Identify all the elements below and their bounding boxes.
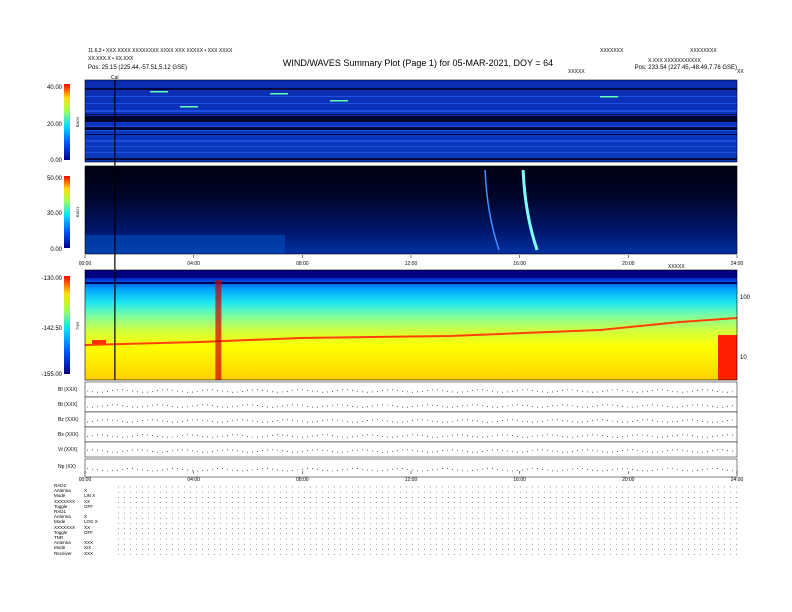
rad1-tick-bottom: 0.00 [50,247,62,253]
hk-strip [84,411,738,428]
top-right-line-1: XXXXXXX [600,48,624,54]
tnr-right-tick-10: 10 [740,355,747,361]
hk-strip [84,458,738,478]
rad2-panel: 40.00 20.00 0.00 RAD2 [47,79,738,164]
rad2-stripe [85,152,737,153]
rad2-emission [270,93,288,95]
x-tick-label: 12:00 [405,477,418,483]
tnr-spike [92,340,106,344]
rad2-tick-bottom: 0.00 [50,158,62,164]
housekeeping-panels: BI (XXX) Bt (XXX) Bz (XXX) Bx (XXX) Vt (XXX)… [58,381,738,478]
footer-dot-rows [118,486,737,555]
rad2-stripe [85,96,737,97]
rad1-panel: 50.00 30.00 0.00 RAD1 [47,165,738,255]
rad2-axis-label: RAD2 [75,116,80,127]
hk-label: Np (XX) [58,464,76,470]
rad2-stripe [85,114,737,115]
hk-label: Vt (XXX) [58,447,78,453]
x-tick-label: 04:00 [187,261,200,267]
rad1-tick-top: 50.00 [47,176,63,182]
top-right-line-3: X.XXX XXXXXXXXXXX [648,58,701,64]
footer-parameter-table: RAD2 Antenna X Mode LIN X XXXXXXX XX Toggle OFF R… [54,483,114,556]
rad2-emission [330,100,348,102]
rad2-stripe [85,103,737,104]
footer-key: Receiver [54,550,72,556]
rad2-stripe [85,158,737,160]
x-tick-label: 16:00 [513,261,526,267]
end-label: XX [737,69,744,75]
rad2-dark-band [85,127,737,130]
tnr-tick-bottom: -155.00 [42,372,63,378]
x-tick-label: 16:00 [513,477,526,483]
rad2-emission [180,106,198,108]
x-tick-label: 24:00 [731,261,744,267]
tnr-right-unit: XXXXX [668,264,685,270]
hk-label: Bz (XXX) [58,417,79,423]
rad2-emission [600,96,618,98]
rad2-stripe [85,146,737,147]
hk-strip [84,381,738,398]
footer-value: XXX [84,550,94,556]
x-tick-label: 20:00 [622,477,635,483]
rad1-colorbar [64,176,70,248]
x-tick-label: 20:00 [622,261,635,267]
tnr-panel: -130.00 -142.50 -155.00 TNR 100 10 XXXXX [42,264,751,381]
hk-label: Bt (XXX) [58,402,78,408]
hk-strip [84,441,738,458]
x-tick-label: 08:00 [296,477,309,483]
top-left-line-2: XX.XXX.X • XX.XXX [88,56,134,62]
rad1-tick-mid: 30.00 [47,211,63,217]
tnr-tick-top: -130.00 [42,276,63,282]
footer-row: Receiver XXX [54,551,114,556]
rad2-dark-band [85,116,737,122]
hk-label: Bx (XXX) [58,432,79,438]
tnr-axis-label: TNR [75,322,80,330]
rad2-stripe [85,130,737,131]
rad2-stripe [85,134,737,135]
rad2-tick-top: 40.00 [47,85,63,91]
rad1-axis-label: RAD1 [75,206,80,217]
x-tick-label: 04:00 [187,477,200,483]
tnr-heatmap [85,270,737,380]
position-left: Pos: 25.15 (225.44,-57.51,5.12 GSE) [88,65,187,71]
x-ticks-upper: 00:00 04:00 08:00 12:00 16:00 20:00 24:00 [79,255,744,267]
top-left-line-1: 11.6.3 • XXX XXXX XXXXXXXX XXXX XXX XXXX… [88,48,233,54]
top-right-line-2: XXXXXXXX [690,48,717,54]
x-tick-label: 12:00 [405,261,418,267]
page-title: WIND/WAVES Summary Plot (Page 1) for 05-… [283,58,553,68]
position-right: Pos: 233.54 (227.45,-48.49,7.76 GSE) [635,65,737,71]
hk-label: BI (XXX) [58,387,78,393]
tnr-spike [215,280,222,380]
tnr-right-tick-100: 100 [740,295,751,301]
rad2-stripe [85,110,737,112]
rad2-tick-mid: 20.00 [47,122,63,128]
rad2-stripe [85,140,737,142]
tnr-spike [718,335,737,380]
tnr-dark-line [85,282,737,284]
tnr-top-band [85,270,737,278]
hk-strip [84,396,738,413]
tnr-tick-mid: -142.50 [42,326,63,332]
x-tick-label: 08:00 [296,261,309,267]
scale-label: XXXXX [568,69,585,75]
rad2-emission [150,91,168,93]
tnr-colorbar [64,276,70,374]
x-tick-label: 24:00 [731,477,744,483]
x-tick-label: 00:00 [79,261,92,267]
rad2-stripe [85,88,737,90]
hk-strip [84,426,738,443]
summary-figure: 11.6.3 • XXX XXXX XXXXXXXX XXXX XXX XXXX… [42,48,751,555]
rad2-colorbar [64,84,70,160]
